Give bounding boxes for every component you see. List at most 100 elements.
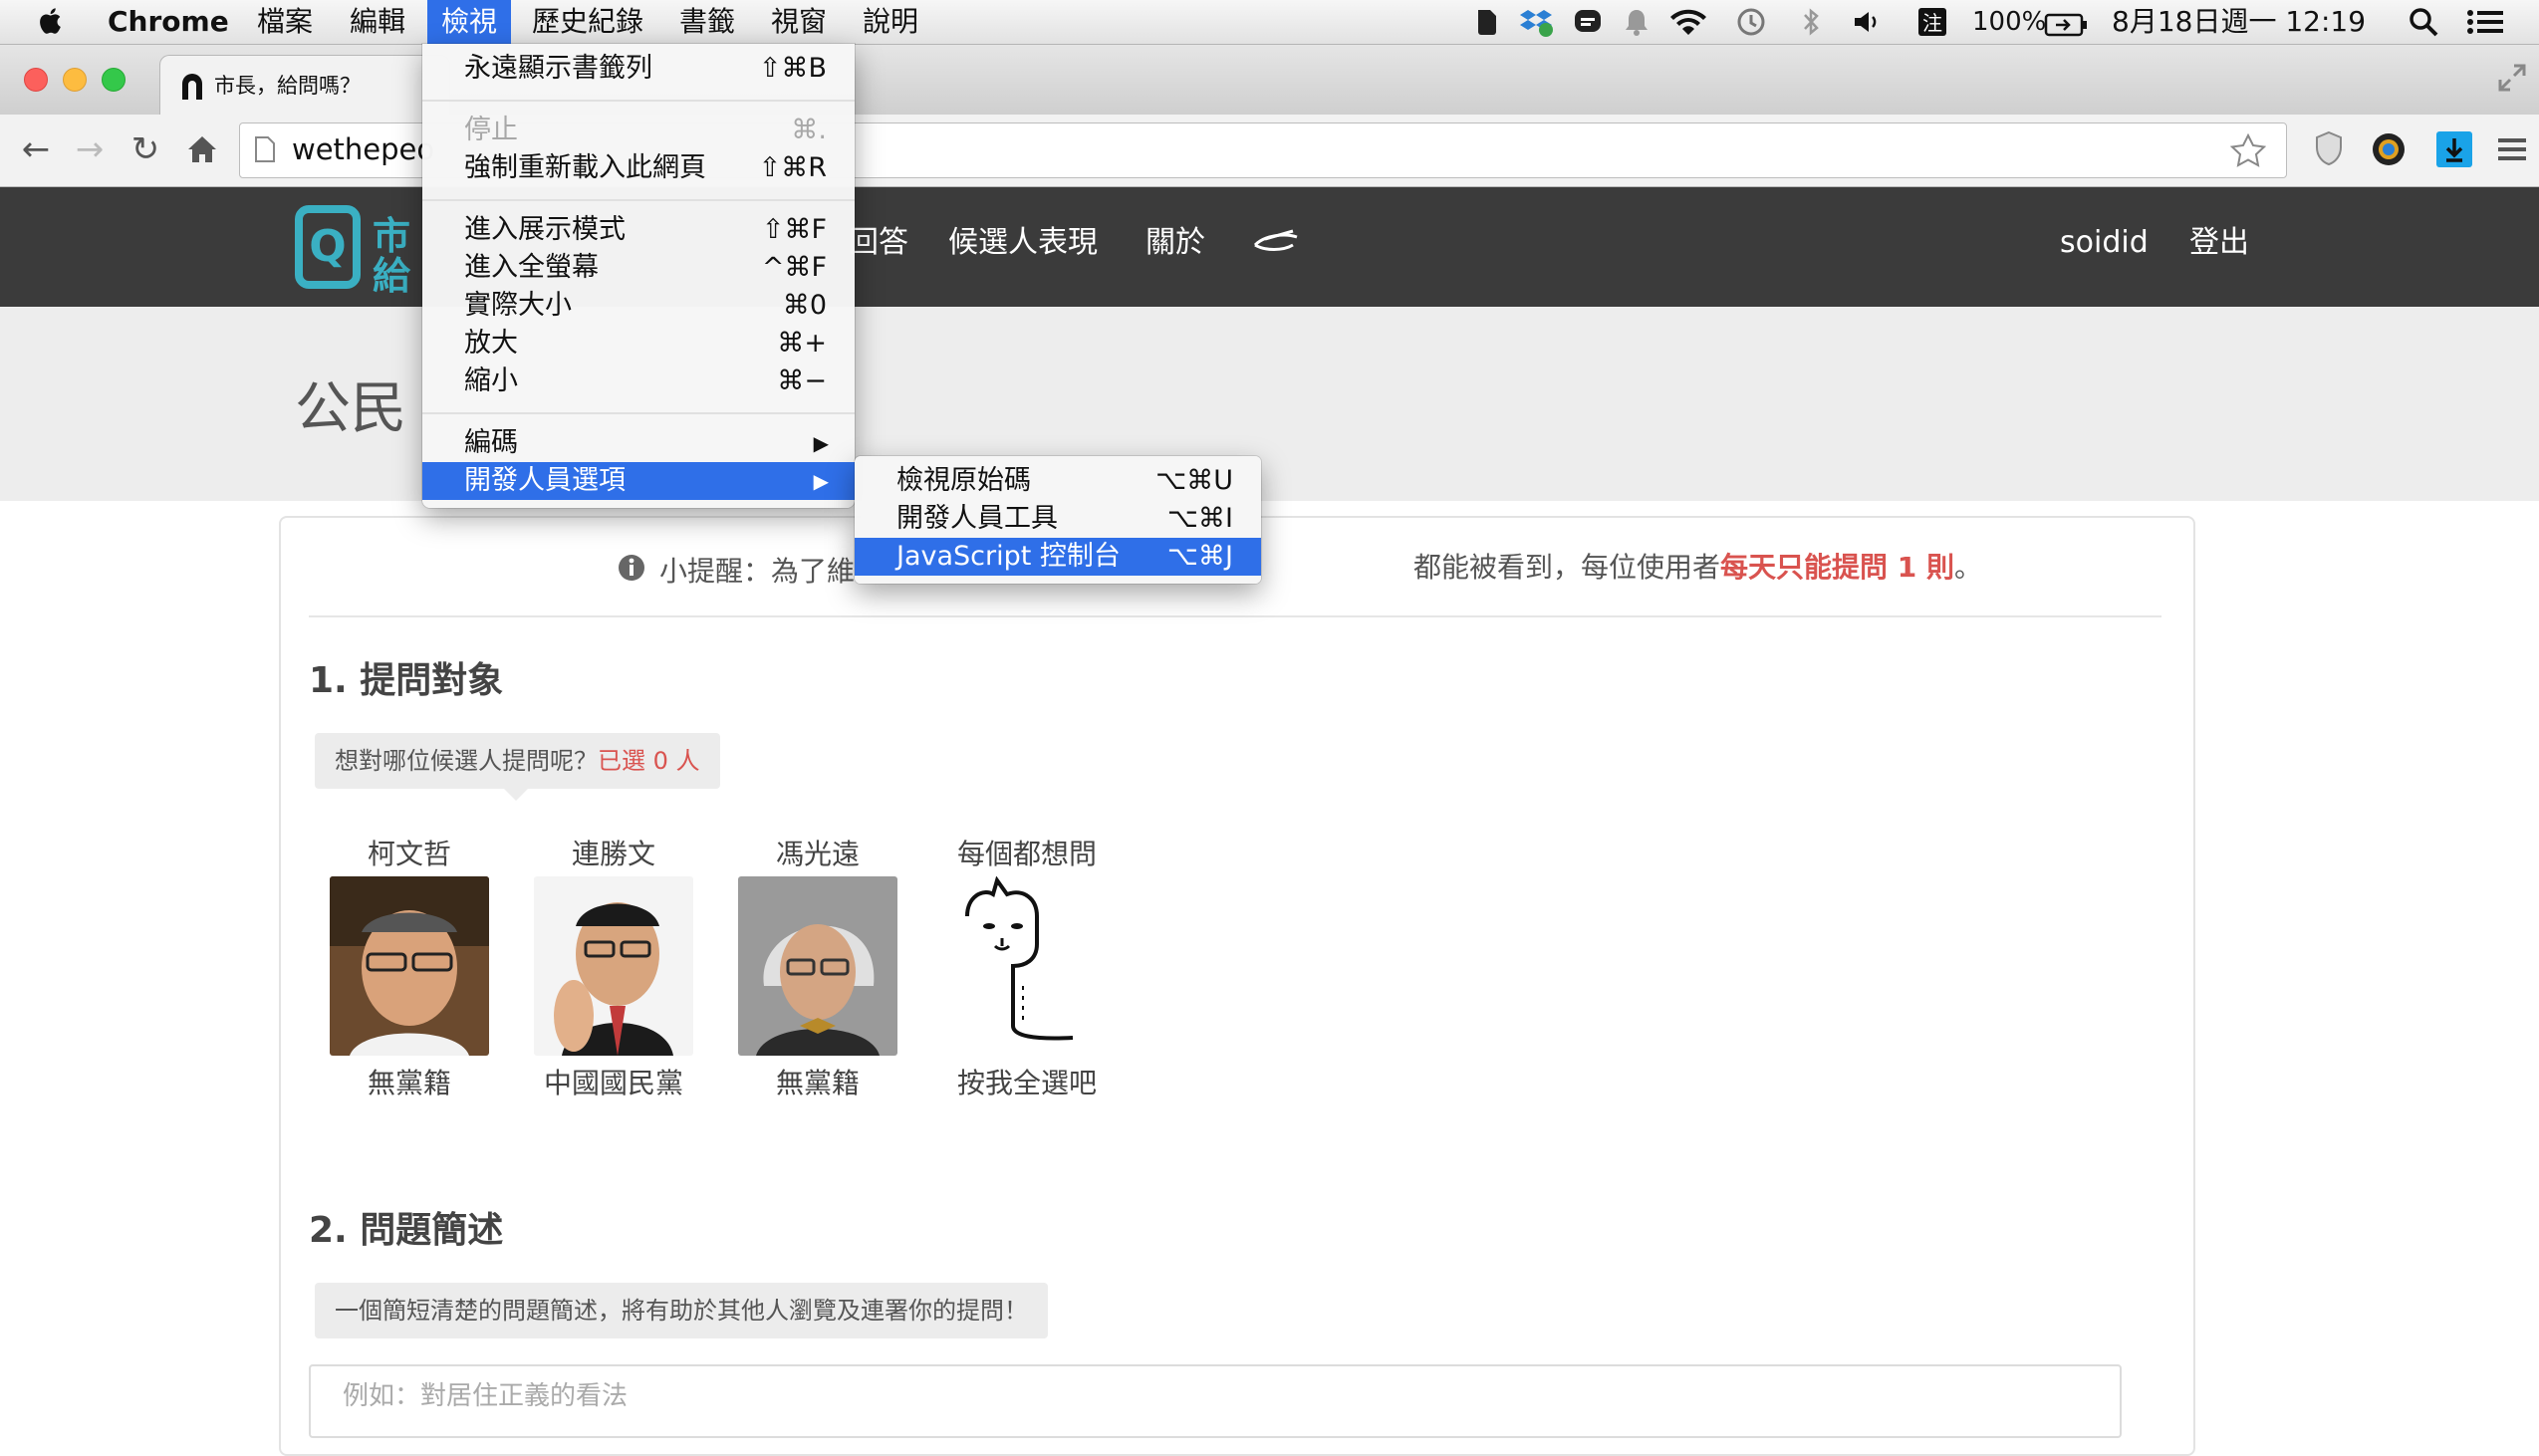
menubar-file[interactable]: 檔案 bbox=[257, 0, 313, 44]
battery-icon[interactable] bbox=[2044, 9, 2088, 41]
nav-candidate-performance[interactable]: 候選人表現 bbox=[948, 221, 1098, 265]
candidate-photo[interactable] bbox=[534, 876, 693, 1056]
candidate-photo[interactable] bbox=[738, 876, 897, 1056]
summary-hint: 一個簡短清楚的問題簡述，將有助於其他人瀏覽及連署你的提問！ bbox=[315, 1283, 1048, 1338]
extension-color-icon[interactable] bbox=[2371, 131, 2407, 167]
candidate-name: 柯文哲 bbox=[367, 838, 451, 870]
bluetooth-icon[interactable] bbox=[1799, 6, 1823, 38]
volume-icon[interactable] bbox=[1851, 6, 1881, 38]
candidate-card[interactable]: 連勝文 中國國民黨 bbox=[529, 833, 698, 1101]
candidate-card[interactable]: 馮光遠 無黨籍 bbox=[733, 833, 902, 1101]
svg-text:Q: Q bbox=[309, 221, 346, 272]
menu-separator bbox=[422, 199, 855, 201]
menu-item-fullscreen[interactable]: 進入全螢幕 ^⌘F bbox=[422, 249, 855, 287]
menu-item-force-reload[interactable]: 強制重新載入此網頁 ⇧⌘R bbox=[422, 149, 855, 187]
menubar-edit[interactable]: 編輯 bbox=[350, 0, 405, 44]
view-menu: 永遠顯示書籤列 ⇧⌘B 停止 ⌘. 強制重新載入此網頁 ⇧⌘R 進入展示模式 ⇧⌘F 進… bbox=[422, 44, 855, 508]
menubar-bookmarks[interactable]: 書籤 bbox=[679, 0, 735, 44]
selected-count: 已選 0 人 bbox=[598, 747, 700, 775]
bookmark-star-icon[interactable] bbox=[2230, 133, 2266, 167]
dropbox-icon[interactable] bbox=[1518, 6, 1554, 38]
menubar-help[interactable]: 說明 bbox=[863, 0, 918, 44]
input-method-icon[interactable]: 注 bbox=[1916, 6, 1948, 38]
page-icon bbox=[255, 136, 275, 162]
apple-icon[interactable] bbox=[38, 5, 66, 37]
menu-item-actual-size[interactable]: 實際大小 ⌘0 bbox=[422, 287, 855, 325]
logout-link[interactable]: 登出 bbox=[2189, 221, 2249, 265]
nav-answers[interactable]: 回答 bbox=[849, 221, 908, 265]
wifi-icon[interactable] bbox=[1667, 6, 1709, 38]
select-all-label: 每個都想問 bbox=[956, 838, 1097, 870]
candidate-party: 無黨籍 bbox=[367, 1067, 451, 1099]
menubar-app-name[interactable]: Chrome bbox=[108, 0, 229, 44]
username-link[interactable]: soidid bbox=[2060, 221, 2149, 265]
candidate-card[interactable]: 柯文哲 無黨籍 bbox=[325, 833, 494, 1101]
home-icon[interactable] bbox=[185, 132, 219, 166]
site-favicon bbox=[182, 74, 202, 100]
macos-menubar: Chrome 檔案 編輯 檢視 歷史紀錄 書籤 視窗 說明 注 100% 8月1… bbox=[0, 0, 2539, 45]
alpaca-illustration[interactable] bbox=[947, 876, 1107, 1056]
forward-icon[interactable]: → bbox=[68, 127, 112, 171]
site-logo-text-bottom: 給 bbox=[373, 254, 411, 298]
hint-pointer bbox=[504, 789, 528, 801]
candidate-photo[interactable] bbox=[330, 876, 489, 1056]
menu-separator bbox=[422, 412, 855, 414]
target-hint-text: 想對哪位候選人提問呢？ bbox=[335, 747, 598, 775]
menu-item-developer[interactable]: 開發人員選項 ▶ bbox=[422, 462, 855, 500]
menu-item-always-show-bookmarks[interactable]: 永遠顯示書籤列 ⇧⌘B bbox=[422, 50, 855, 88]
select-all-card[interactable]: 每個都想問 按我全選吧 bbox=[942, 833, 1112, 1101]
menu-item-javascript-console[interactable]: JavaScript 控制台 ⌥⌘J bbox=[855, 538, 1261, 576]
candidate-name: 連勝文 bbox=[571, 838, 655, 870]
candidate-name: 馮光遠 bbox=[775, 838, 860, 870]
minimize-window-button[interactable] bbox=[63, 68, 87, 92]
zoom-window-button[interactable] bbox=[102, 68, 126, 92]
spotlight-search-icon[interactable] bbox=[2407, 6, 2440, 38]
menubar-window[interactable]: 視窗 bbox=[771, 0, 827, 44]
evernote-icon[interactable] bbox=[1472, 6, 1502, 38]
menubar-view[interactable]: 檢視 bbox=[427, 0, 512, 44]
menu-item-zoom-out[interactable]: 縮小 ⌘− bbox=[422, 363, 855, 400]
candidate-party: 中國國民黨 bbox=[543, 1067, 683, 1099]
menu-item-view-source[interactable]: 檢視原始碼 ⌥⌘U bbox=[855, 462, 1261, 500]
tip-middle-text: 都能被看到，每位使用者 bbox=[1412, 551, 1720, 584]
nav-food-icon[interactable] bbox=[1251, 227, 1301, 257]
question-summary-input[interactable] bbox=[341, 1380, 2118, 1412]
chrome-menu-icon[interactable] bbox=[2496, 133, 2528, 165]
extension-shield-icon[interactable] bbox=[2313, 129, 2345, 167]
reload-icon[interactable]: ↻ bbox=[124, 127, 167, 171]
menubar-history[interactable]: 歷史紀錄 bbox=[532, 0, 643, 44]
menu-item-zoom-in[interactable]: 放大 ⌘+ bbox=[422, 325, 855, 363]
chat-bubble-icon[interactable] bbox=[1572, 6, 1604, 38]
candidate-party: 無黨籍 bbox=[775, 1067, 860, 1099]
time-machine-icon[interactable] bbox=[1735, 6, 1767, 38]
nav-about[interactable]: 關於 bbox=[1145, 221, 1205, 265]
menu-item-encoding[interactable]: 編碼 ▶ bbox=[422, 424, 855, 462]
site-logo-icon[interactable]: Q bbox=[295, 205, 361, 289]
browser-tab[interactable]: 市長，給問嗎？ bbox=[159, 55, 450, 116]
submenu-arrow-icon: ▶ bbox=[813, 431, 829, 455]
divider bbox=[309, 615, 2161, 617]
question-summary-field[interactable] bbox=[309, 1364, 2122, 1438]
svg-text:注: 注 bbox=[1922, 11, 1942, 35]
submenu-arrow-icon: ▶ bbox=[813, 469, 829, 493]
tip-highlight-text: 每天只能提問 1 則 bbox=[1720, 551, 1954, 584]
notification-bell-icon[interactable] bbox=[1622, 6, 1651, 38]
menu-item-developer-tools[interactable]: 開發人員工具 ⌥⌘I bbox=[855, 500, 1261, 538]
tab-title: 市長，給問嗎？ bbox=[214, 74, 361, 98]
back-icon[interactable]: ← bbox=[14, 127, 58, 171]
menu-item-presentation-mode[interactable]: 進入展示模式 ⇧⌘F bbox=[422, 211, 855, 249]
menu-item-stop: 停止 ⌘. bbox=[464, 115, 827, 145]
battery-percent[interactable]: 100% bbox=[1972, 0, 2046, 44]
download-extension-icon[interactable] bbox=[2436, 131, 2472, 167]
target-hint: 想對哪位候選人提問呢？已選 0 人 bbox=[315, 733, 720, 789]
notification-center-icon[interactable] bbox=[2464, 6, 2508, 38]
section-summary-title: 2. 問題簡述 bbox=[309, 1210, 504, 1251]
fullscreen-toggle-icon[interactable] bbox=[2496, 62, 2528, 94]
tip-suffix-text: 。 bbox=[1953, 551, 1982, 584]
select-all-hint: 按我全選吧 bbox=[956, 1067, 1097, 1099]
close-window-button[interactable] bbox=[24, 68, 48, 92]
url-text: wethepeo bbox=[292, 132, 435, 166]
info-icon bbox=[619, 555, 644, 581]
menu-separator bbox=[422, 100, 855, 102]
menubar-clock[interactable]: 8月18日週一 12:19 bbox=[2112, 0, 2366, 44]
